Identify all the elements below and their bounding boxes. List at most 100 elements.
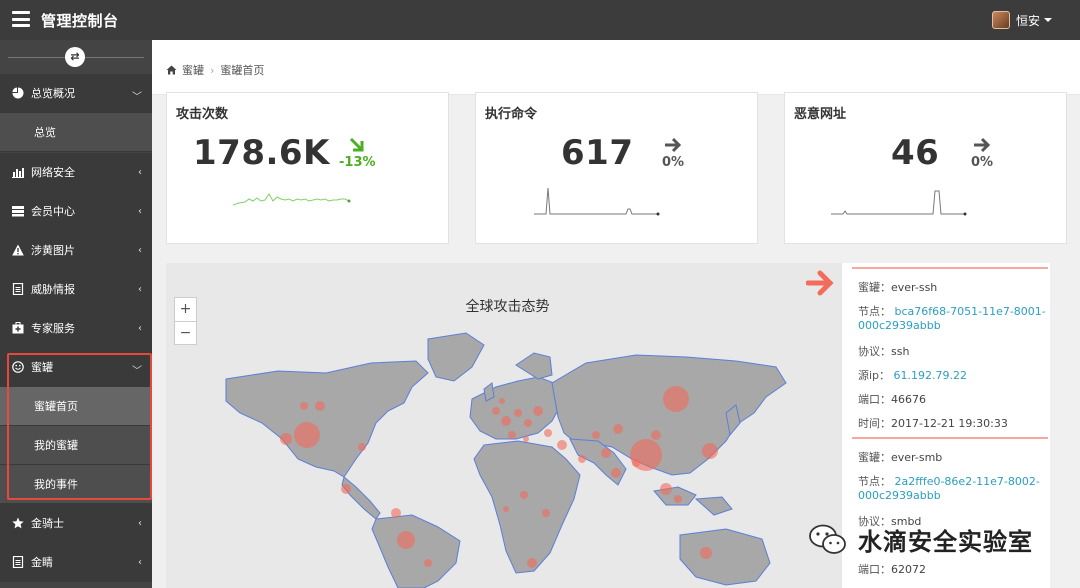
user-menu[interactable]: 恒安	[991, 11, 1052, 29]
card-change: -13%	[339, 155, 376, 170]
sidebar-item-overview[interactable]: 总览概况 ﹀	[0, 74, 152, 113]
sidebar-item-gold-knight[interactable]: 金骑士 ‹	[0, 504, 152, 543]
pie-chart-icon	[12, 87, 24, 99]
chevron-left-icon: ‹	[138, 323, 142, 334]
card-value: 46	[891, 133, 940, 173]
event-honeypot: 蜜罐：ever-ssh	[858, 281, 938, 294]
chevron-left-icon: ‹	[138, 284, 142, 295]
breadcrumb-root[interactable]: 蜜罐	[182, 62, 204, 78]
card-trend: 0%	[971, 135, 993, 170]
card-trend: -13%	[339, 135, 376, 170]
arrow-right-icon	[974, 137, 991, 153]
chevron-down-icon: ﹀	[132, 366, 142, 377]
event-source-ip: 源ip： 61.192.79.22	[858, 369, 968, 382]
app-title: 管理控制台	[41, 12, 119, 30]
zoom-out-button[interactable]: −	[175, 321, 196, 344]
breadcrumb-bar: 蜜罐 › 蜜罐首页	[152, 40, 1080, 95]
event-honeypot: 蜜罐：ever-smb	[858, 451, 943, 464]
sidebar-item-label: 涉黄图片	[31, 244, 75, 257]
caret-down-icon	[1044, 18, 1052, 22]
document-icon	[12, 555, 24, 569]
server-icon	[12, 205, 24, 217]
main-content: 蜜罐 › 蜜罐首页 攻击次数 178.6K -13% 执行命令 617 0% 恶…	[152, 40, 1080, 588]
sidebar-subitem-my-events[interactable]: 我的事件	[0, 465, 152, 504]
sidebar-subitem-honeypot-home[interactable]: 蜜罐首页	[0, 387, 152, 426]
sidebar-item-label: 我的事件	[34, 478, 78, 491]
zoom-in-button[interactable]: +	[175, 298, 196, 321]
chevron-left-icon: ‹	[138, 557, 142, 568]
sidebar-toggle[interactable]: ⇄	[0, 40, 152, 74]
sparkline-attacks	[232, 193, 351, 206]
sidebar-item-member-center[interactable]: 会员中心 ‹	[0, 192, 152, 231]
sidebar: ⇄ 总览概况 ﹀ 总览 网络安全 ‹ 会员中心 ‹ 涉黄图片 ‹ 威胁情报 ‹ …	[0, 40, 152, 588]
sidebar-subitem-my-honeypots[interactable]: 我的蜜罐	[0, 426, 152, 465]
divider	[852, 437, 1048, 439]
chevron-left-icon: ‹	[138, 245, 142, 256]
sidebar-subitem-overview[interactable]: 总览	[0, 113, 152, 152]
card-label: 恶意网址	[794, 107, 847, 122]
event-node: 节点： 2a2fffe0-86e2-11e7-8002-	[858, 475, 1040, 488]
sidebar-item-honeypot[interactable]: 蜜罐 ﹀	[0, 348, 152, 387]
wechat-icon	[809, 524, 846, 554]
warning-icon	[12, 244, 24, 256]
chevron-left-icon: ‹	[138, 206, 142, 217]
event-port: 端口：46676	[858, 393, 926, 406]
sidebar-item-label: 专家服务	[31, 322, 75, 335]
sidebar-item-label: 总览概况	[31, 87, 75, 100]
sidebar-item-network-security[interactable]: 网络安全 ‹	[0, 153, 152, 192]
document-icon	[12, 282, 24, 296]
sidebar-item-label: 威胁情报	[31, 283, 75, 296]
event-node: 节点： bca76f68-7051-11e7-8001-	[858, 305, 1046, 318]
sidebar-item-golden-eye[interactable]: 金睛 ‹	[0, 543, 152, 582]
zoom-control: + −	[174, 297, 197, 345]
sparkline-malicious-urls	[831, 190, 967, 216]
world-map-panel: 全球攻击态势 + −	[166, 263, 849, 588]
watermark-text: 水滴安全实验室	[858, 528, 1033, 556]
arrow-right-icon	[665, 137, 682, 153]
card-trend: 0%	[662, 135, 684, 170]
card-change: 0%	[971, 155, 994, 170]
user-name: 恒安	[1015, 13, 1040, 28]
avatar	[991, 11, 1010, 29]
card-value: 617	[561, 133, 634, 173]
arrow-right-icon	[806, 270, 834, 296]
sidebar-item-label: 金睛	[31, 556, 53, 569]
card-label: 攻击次数	[176, 107, 229, 122]
watermark: 水滴安全实验室	[808, 522, 1033, 557]
sidebar-item-adult-images[interactable]: 涉黄图片 ‹	[0, 231, 152, 270]
sparkline-commands	[534, 187, 660, 216]
medkit-icon	[12, 322, 24, 334]
breadcrumb: 蜜罐 › 蜜罐首页	[166, 62, 264, 78]
top-bar: 管理控制台 恒安	[0, 0, 1080, 40]
divider	[852, 267, 1048, 269]
card-change: 0%	[662, 155, 685, 170]
card-value: 178.6K	[193, 133, 330, 173]
smile-icon	[12, 361, 24, 373]
sidebar-item-expert-service[interactable]: 专家服务 ‹	[0, 309, 152, 348]
sidebar-item-label: 网络安全	[31, 166, 75, 179]
sidebar-item-label: 蜜罐	[31, 361, 53, 374]
event-port: 端口：62072	[858, 563, 926, 576]
sidebar-item-label: 总览	[34, 126, 56, 139]
chevron-down-icon: ﹀	[132, 92, 142, 103]
breadcrumb-separator: ›	[210, 63, 215, 77]
arrow-down-right-icon	[350, 137, 364, 152]
event-node-cont: 000c2939abbb	[858, 319, 941, 332]
event-time: 时间：2017-12-21 19:30:33	[858, 417, 1008, 430]
stat-card-commands: 执行命令 617 0%	[475, 92, 758, 244]
sidebar-item-label: 会员中心	[31, 205, 75, 218]
event-protocol: 协议：ssh	[858, 345, 910, 358]
home-icon[interactable]	[166, 65, 177, 75]
sidebar-item-threat-intel[interactable]: 威胁情报 ‹	[0, 270, 152, 309]
stat-card-attacks: 攻击次数 178.6K -13%	[166, 92, 449, 244]
hamburger-menu-icon[interactable]	[12, 11, 30, 27]
sidebar-item-label: 我的蜜罐	[34, 439, 78, 452]
star-icon	[12, 517, 24, 529]
card-label: 执行命令	[485, 107, 538, 122]
sidebar-item-label: 蜜罐首页	[34, 400, 78, 413]
stat-card-malicious-urls: 恶意网址 46 0%	[784, 92, 1067, 244]
swap-icon[interactable]: ⇄	[65, 47, 85, 67]
chevron-left-icon: ‹	[138, 167, 142, 178]
event-node-cont: 000c2939abbb	[858, 489, 941, 502]
breadcrumb-current: 蜜罐首页	[220, 64, 265, 77]
